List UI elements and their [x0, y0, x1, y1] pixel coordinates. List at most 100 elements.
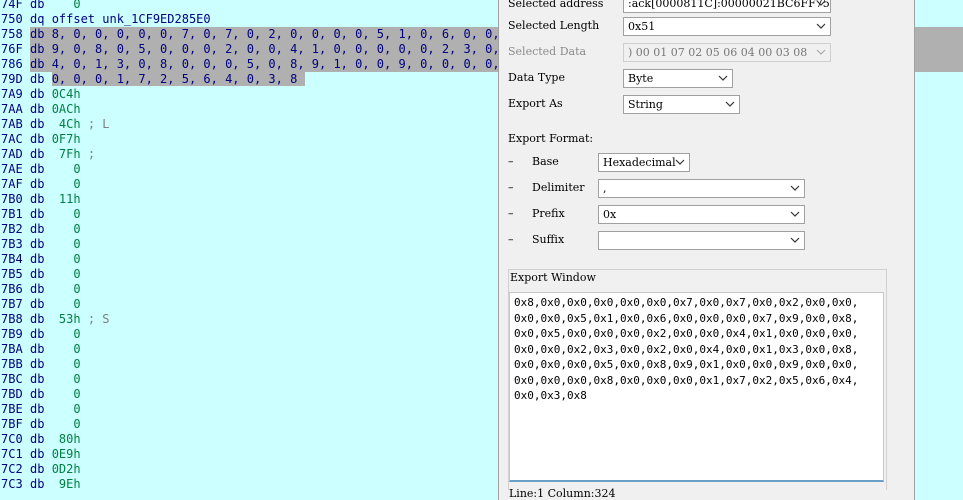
directive: db [30, 72, 52, 86]
directive: db [30, 117, 59, 131]
line-address: 7C3 [1, 477, 23, 491]
delimiter-combo[interactable]: , [598, 179, 805, 198]
selected-data-label: Selected Data [508, 45, 587, 58]
selected-data-combo: ) 00 01 07 02 05 06 04 00 03 08 [623, 43, 831, 62]
line-address: 76F [0, 42, 30, 57]
line-address: 7AF [1, 177, 23, 191]
operand-value: 0F7h [51, 132, 81, 146]
export-text-line: 0x0,0x3,0x8 [514, 389, 587, 402]
selected-bytes[interactable]: 0, 0, 0, 1, 7, 2, 5, 6, 4, 0, 3, 8 [51, 72, 305, 86]
selected-data-value: ) 00 01 07 02 05 06 04 00 03 08 [628, 46, 808, 59]
operand-value: 0E9h [51, 447, 81, 461]
directive: db [30, 417, 74, 431]
operand-value: 0 [73, 342, 81, 356]
chevron-down-icon [790, 211, 800, 217]
operand-value: 0 [73, 237, 81, 251]
operand-value: 0 [73, 267, 81, 281]
directive: db [30, 357, 74, 371]
line-address: 7C2 [1, 462, 23, 476]
operand-value: 0 [73, 162, 81, 176]
directive: db [30, 147, 59, 161]
line-comment: ; [80, 147, 96, 161]
operand-value: 4Ch [58, 117, 81, 131]
directive: db [30, 177, 74, 191]
operand-value: 11h [58, 192, 81, 206]
prefix-combo[interactable]: 0x [598, 205, 805, 224]
export-data-dialog: Selected address :ack[0000811C]:00000021… [498, 0, 915, 500]
export-text-line: 0x0,0x0,0x0,0x5,0x0,0x8,0x9,0x1,0x0,0x0,… [514, 358, 859, 371]
delimiter-label: Delimiter [532, 181, 585, 194]
line-address: 7B3 [1, 237, 23, 251]
selected-bytes[interactable]: 4, 0, 1, 3, 0, 8, 0, 0, 0, 5, 0, 8, 9, 1… [52, 57, 514, 71]
data-type-label: Data Type [508, 71, 565, 84]
line-address: 7A9 [1, 87, 23, 101]
data-type-select[interactable]: Byte [623, 69, 733, 88]
chevron-down-icon [816, 49, 826, 55]
directive: db [30, 402, 74, 416]
selected-bytes[interactable]: 9, 0, 8, 0, 5, 0, 0, 0, 2, 0, 0, 4, 1, 0… [52, 42, 514, 56]
directive: db [30, 237, 74, 251]
directive: db [30, 27, 52, 41]
line-address: 7BE [1, 402, 23, 416]
directive: db [30, 42, 52, 56]
line-address: 7B7 [1, 297, 23, 311]
dash: – [508, 155, 514, 168]
line-comment: ; S [80, 312, 110, 326]
chevron-down-icon [790, 237, 800, 243]
directive: db [30, 57, 52, 71]
line-address: 7B6 [1, 282, 23, 296]
operand-value: 0 [73, 207, 81, 221]
selected-address-label: Selected address [508, 0, 604, 10]
export-format-title: Export Format: [508, 132, 594, 145]
operand-name[interactable]: offset unk_1CF9ED285E0 [52, 12, 211, 26]
operand-value: 0 [73, 282, 81, 296]
prefix-value: 0x [603, 208, 617, 221]
line-address: 79D [1, 72, 23, 86]
export-as-select[interactable]: String [623, 95, 740, 114]
selected-length-combo[interactable]: 0x51 [623, 17, 831, 36]
directive: db [30, 477, 59, 491]
operand-value: 0 [73, 297, 81, 311]
line-address: 7B5 [1, 267, 23, 281]
directive: dq [30, 12, 52, 26]
line-address: 7C1 [1, 447, 23, 461]
base-select[interactable]: Hexadecimal [598, 153, 690, 172]
directive: db [30, 327, 74, 341]
operand-value: 0 [73, 417, 81, 431]
delimiter-value: , [603, 182, 607, 195]
export-text-line: 0x8,0x0,0x0,0x0,0x0,0x0,0x7,0x0,0x7,0x0,… [514, 296, 859, 309]
directive: db [30, 312, 59, 326]
chevron-down-icon [816, 23, 826, 29]
line-address: 7AB [1, 117, 23, 131]
directive: db [30, 132, 52, 146]
selected-bytes[interactable]: 8, 0, 0, 0, 0, 0, 7, 0, 7, 0, 2, 0, 0, 0… [52, 27, 514, 41]
operand-value: 0 [73, 357, 81, 371]
operand-value: 0C4h [51, 87, 81, 101]
export-window-textarea[interactable]: 0x8,0x0,0x0,0x0,0x0,0x0,0x7,0x0,0x7,0x0,… [509, 292, 884, 482]
selected-address-combo[interactable]: :ack[0000811C]:00000021BC6FF758 [623, 0, 831, 13]
directive: db [30, 342, 74, 356]
data-type-value: Byte [628, 72, 654, 85]
line-address: 7AA [1, 102, 23, 116]
operand-value: 0 [73, 327, 81, 341]
line-address: 7BB [1, 357, 23, 371]
cursor-status: Line:1 Column:324 [509, 487, 616, 500]
directive: db [30, 372, 74, 386]
export-as-label: Export As [508, 97, 563, 110]
operand-value: 0 [73, 402, 81, 416]
suffix-combo[interactable] [598, 231, 805, 250]
chevron-down-icon [675, 159, 685, 165]
selected-address-value: :ack[0000811C]:00000021BC6FF758 [628, 0, 831, 10]
line-address: 7C0 [1, 432, 23, 446]
operand-value: 0 [73, 0, 81, 11]
operand-value: 0D2h [51, 462, 81, 476]
line-address: 7BF [1, 417, 23, 431]
suffix-label: Suffix [532, 233, 565, 246]
directive: db [30, 0, 74, 11]
line-address: 7B4 [1, 252, 23, 266]
line-address: 750 [1, 12, 23, 26]
operand-value: 0 [73, 387, 81, 401]
line-address: 7BC [1, 372, 23, 386]
directive: db [30, 462, 52, 476]
directive: db [30, 102, 52, 116]
